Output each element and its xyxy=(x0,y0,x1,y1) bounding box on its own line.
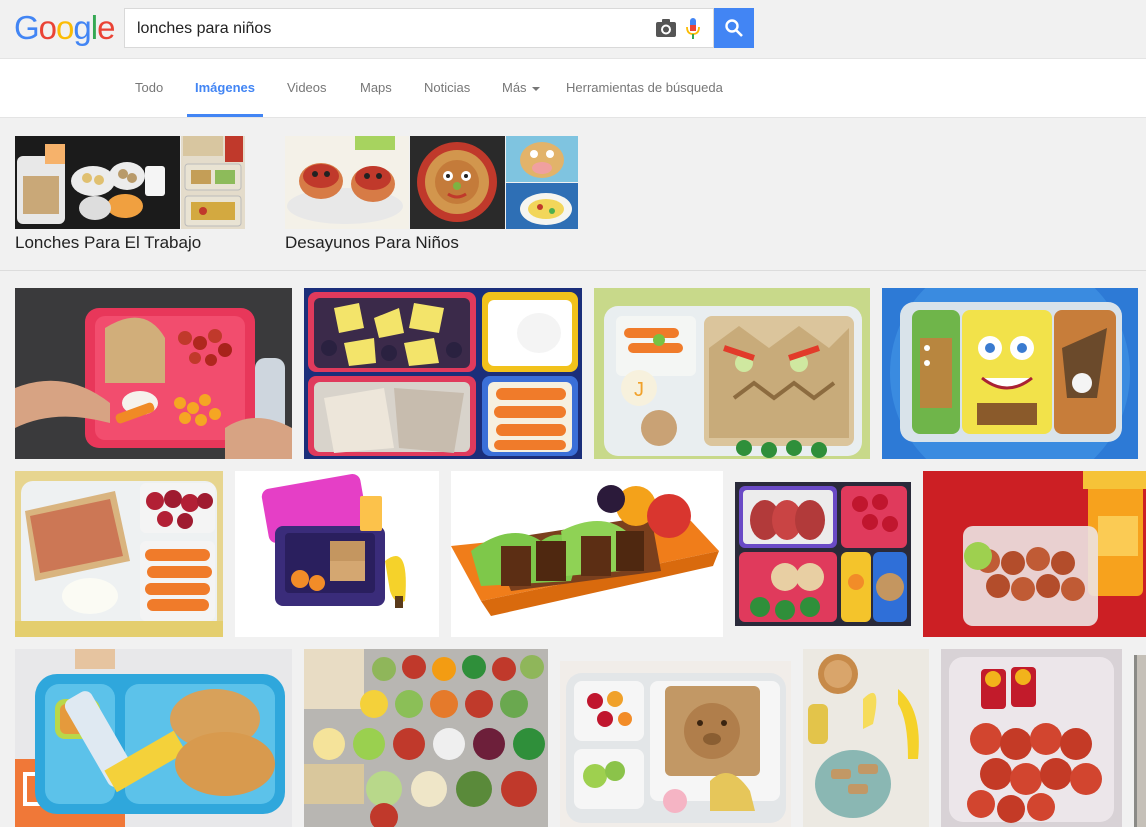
logo-letter: o xyxy=(38,9,57,46)
result-thumbnail xyxy=(304,288,582,459)
result-thumbnail xyxy=(923,471,1146,637)
related-thumbnail xyxy=(506,183,578,229)
microphone-icon[interactable] xyxy=(685,17,701,41)
result-thumbnail xyxy=(15,288,292,459)
magnifier-icon xyxy=(725,19,743,37)
related-thumbnail xyxy=(15,136,180,229)
divider xyxy=(0,270,1146,271)
logo-letter: G xyxy=(14,9,40,46)
logo-letter: g xyxy=(73,9,91,46)
related-thumbnail xyxy=(506,136,578,182)
result-thumbnail xyxy=(941,649,1122,827)
related-caption: Lonches Para El Trabajo xyxy=(15,233,202,252)
related-caption: Desayunos Para Niños xyxy=(285,233,459,252)
image-result[interactable] xyxy=(451,471,723,637)
image-result[interactable] xyxy=(923,471,1146,637)
related-thumbnail xyxy=(181,136,245,229)
logo-letter: e xyxy=(97,9,115,46)
result-thumbnail: J xyxy=(594,288,870,459)
caret-down-icon xyxy=(531,86,540,91)
camera-icon[interactable] xyxy=(655,18,677,38)
tab-mas[interactable]: Más xyxy=(502,59,540,117)
tab-todo[interactable]: Todo xyxy=(135,59,163,117)
image-result[interactable] xyxy=(15,471,223,637)
image-result[interactable] xyxy=(304,649,548,827)
result-thumbnail xyxy=(235,471,439,637)
image-result[interactable] xyxy=(735,482,911,626)
result-thumbnail xyxy=(451,471,723,637)
result-thumbnail xyxy=(803,649,929,827)
image-result[interactable]: J xyxy=(594,288,870,459)
tab-imagenes[interactable]: Imágenes xyxy=(187,59,263,117)
result-thumbnail xyxy=(15,471,223,637)
related-search-lonches-trabajo[interactable]: Lonches Para El Trabajo xyxy=(15,136,245,252)
tab-herramientas[interactable]: Herramientas de búsqueda xyxy=(566,59,723,117)
tab-videos[interactable]: Videos xyxy=(287,59,327,117)
image-result[interactable] xyxy=(882,288,1138,459)
result-thumbnail xyxy=(1134,655,1146,827)
header: Google xyxy=(0,0,1146,58)
search-tabs: Todo Imágenes Videos Maps Noticias Más H… xyxy=(0,58,1146,118)
related-thumbnail xyxy=(285,136,409,229)
result-thumbnail xyxy=(304,649,548,827)
image-result[interactable] xyxy=(941,649,1122,827)
result-thumbnail xyxy=(15,649,292,827)
tab-maps[interactable]: Maps xyxy=(360,59,392,117)
tab-noticias[interactable]: Noticias xyxy=(424,59,470,117)
google-logo[interactable]: Google xyxy=(14,9,115,46)
result-thumbnail xyxy=(735,482,911,626)
image-result[interactable] xyxy=(304,288,582,459)
image-result[interactable] xyxy=(803,649,929,827)
related-thumbnail xyxy=(410,136,505,229)
result-thumbnail xyxy=(882,288,1138,459)
search-button[interactable] xyxy=(714,8,754,48)
image-result[interactable] xyxy=(1134,655,1146,827)
image-result[interactable] xyxy=(235,471,439,637)
result-thumbnail xyxy=(560,661,791,827)
logo-letter: o xyxy=(56,9,74,46)
related-search-desayunos-ninos[interactable]: Desayunos Para Niños xyxy=(285,136,578,252)
image-result[interactable] xyxy=(15,649,292,827)
tab-mas-label: Más xyxy=(502,80,527,95)
search-box xyxy=(124,8,714,49)
svg-text:J: J xyxy=(634,379,644,401)
search-input[interactable] xyxy=(135,9,649,49)
image-result[interactable] xyxy=(15,288,292,459)
image-result[interactable] xyxy=(560,661,791,827)
